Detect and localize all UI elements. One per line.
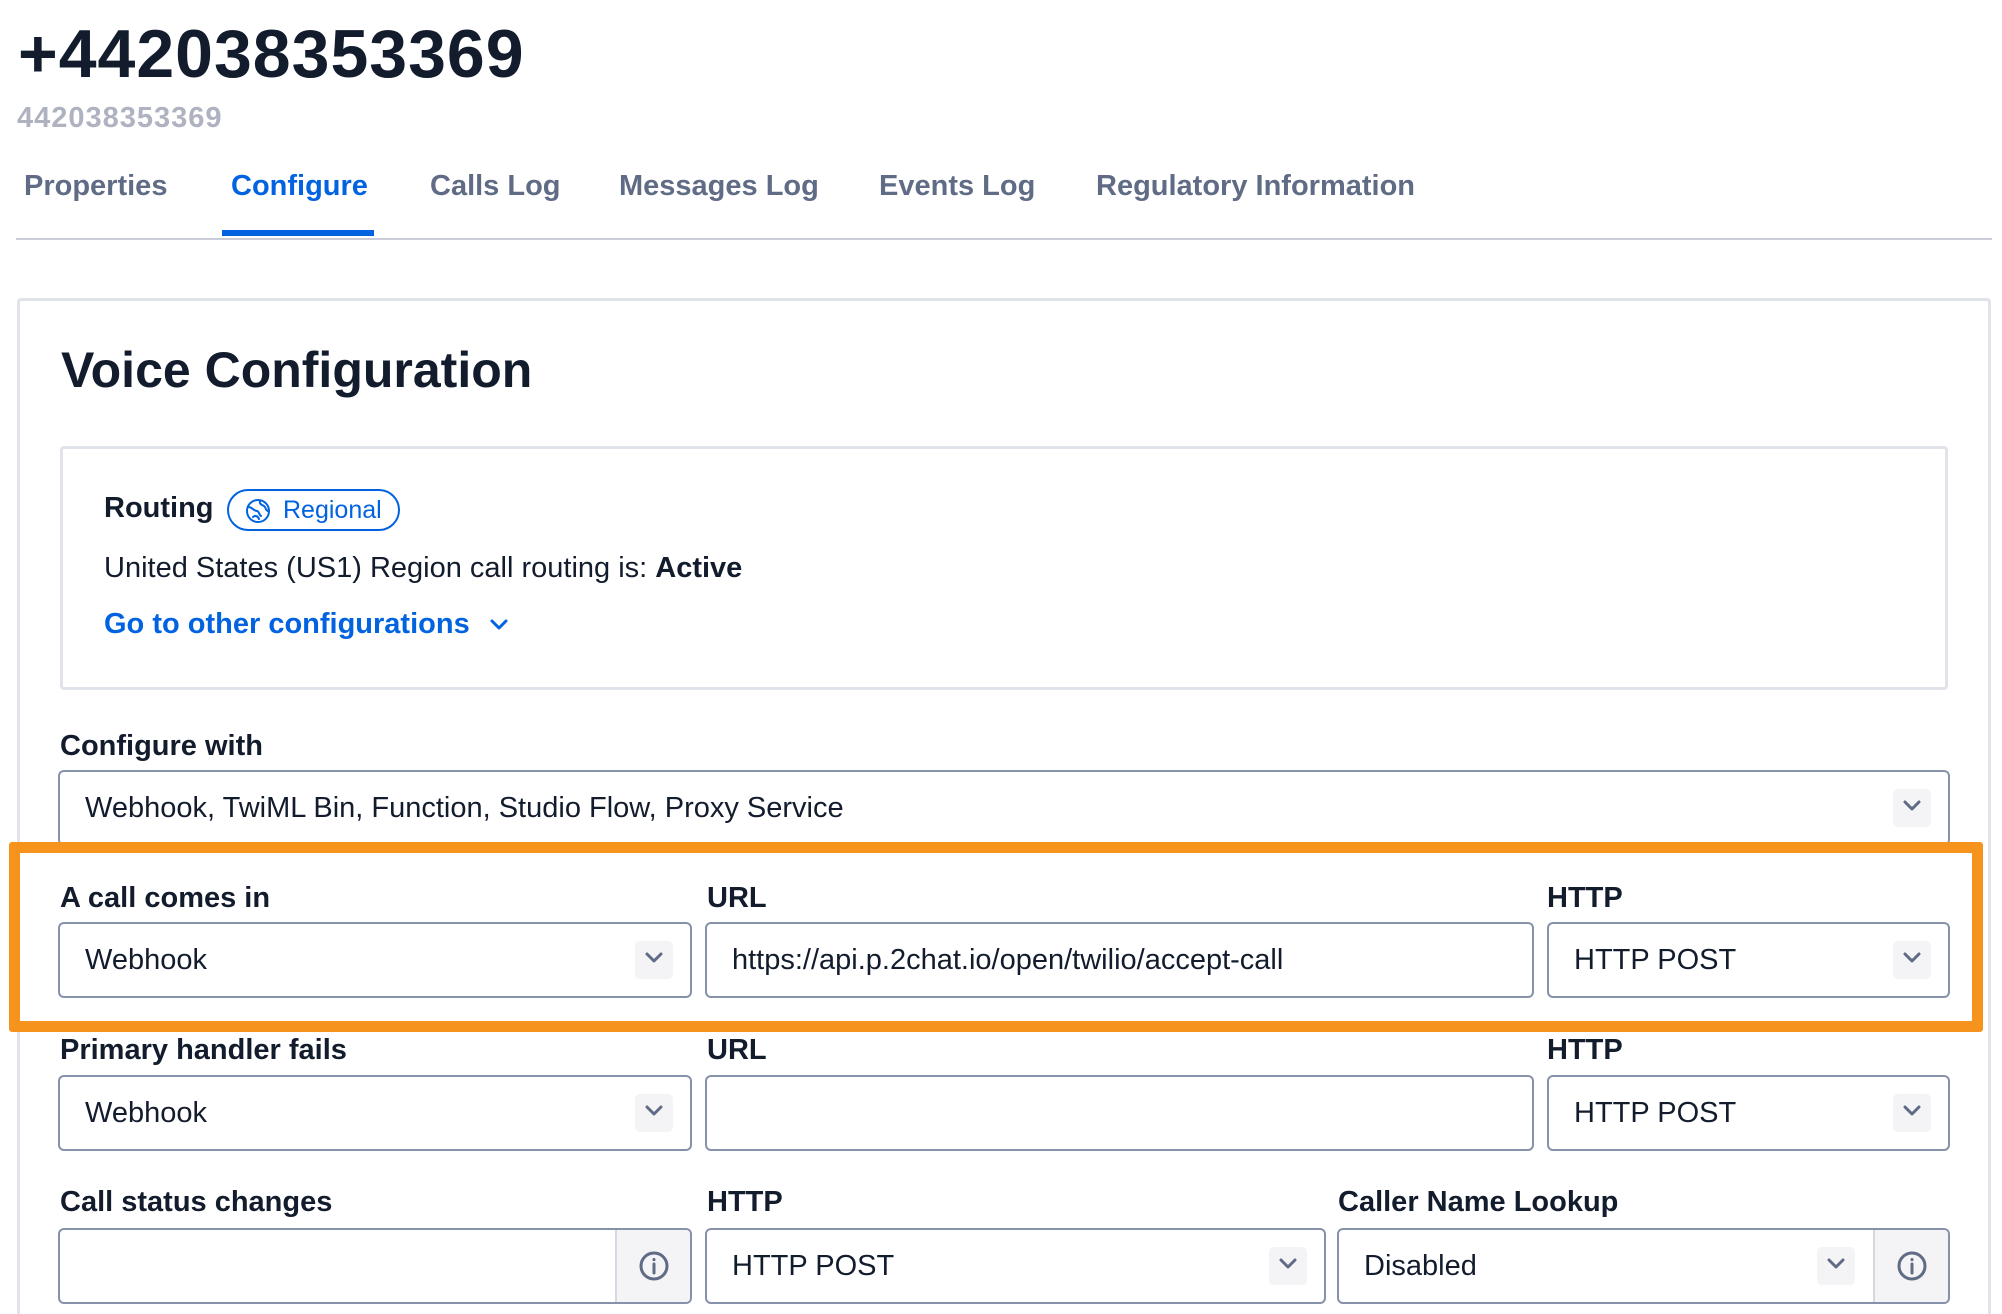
chevron-down-icon xyxy=(1827,1258,1845,1269)
call-comes-in-type-select[interactable]: Webhook xyxy=(58,922,692,998)
call-comes-in-url-label: URL xyxy=(707,882,767,914)
routing-label: Routing xyxy=(104,492,214,524)
chevron-down-icon xyxy=(490,619,508,630)
configure-with-select[interactable]: Webhook, TwiML Bin, Function, Studio Flo… xyxy=(58,770,1950,846)
tab-properties[interactable]: Properties xyxy=(24,170,167,203)
info-icon xyxy=(1897,1251,1927,1281)
regional-badge-label: Regional xyxy=(283,496,382,524)
call-comes-in-http-label: HTTP xyxy=(1547,882,1623,914)
primary-handler-http-label: HTTP xyxy=(1547,1034,1623,1066)
primary-handler-type-dropdown[interactable] xyxy=(635,1094,673,1132)
info-icon xyxy=(639,1251,669,1281)
phone-number-tabs: Properties Configure Calls Log Messages … xyxy=(16,158,1992,240)
tab-calls-log[interactable]: Calls Log xyxy=(430,170,561,203)
active-tab-indicator xyxy=(222,230,374,236)
primary-handler-type-select[interactable]: Webhook xyxy=(58,1075,692,1151)
tab-configure[interactable]: Configure xyxy=(231,170,368,203)
call-status-http-value: HTTP POST xyxy=(732,1250,895,1282)
caller-name-lookup-info-button[interactable] xyxy=(1873,1230,1948,1302)
primary-handler-type-value: Webhook xyxy=(85,1097,207,1129)
call-comes-in-http-value: HTTP POST xyxy=(1574,944,1737,976)
chevron-down-icon xyxy=(1903,800,1921,811)
phone-number-title: +442038353369 xyxy=(18,16,525,92)
configure-with-value: Webhook, TwiML Bin, Function, Studio Flo… xyxy=(85,792,844,824)
caller-name-lookup-label: Caller Name Lookup xyxy=(1338,1186,1619,1218)
voice-configuration-title: Voice Configuration xyxy=(61,342,533,398)
chevron-down-icon xyxy=(645,1105,663,1116)
call-comes-in-http-dropdown[interactable] xyxy=(1893,941,1931,979)
phone-number-configuration-page: +442038353369 442038353369 Properties Co… xyxy=(0,0,2002,1314)
call-comes-in-type-dropdown[interactable] xyxy=(635,941,673,979)
routing-status-value: Active xyxy=(655,552,743,584)
call-status-info-button[interactable] xyxy=(615,1230,690,1302)
chevron-down-icon xyxy=(1903,952,1921,963)
phone-number-subtitle: 442038353369 xyxy=(17,102,223,134)
call-status-http-label: HTTP xyxy=(707,1186,783,1218)
caller-name-lookup-select[interactable]: Disabled xyxy=(1337,1228,1950,1304)
tab-messages-log[interactable]: Messages Log xyxy=(619,170,819,203)
regional-badge: Regional xyxy=(227,489,400,531)
chevron-down-icon xyxy=(1903,1105,1921,1116)
primary-handler-http-value: HTTP POST xyxy=(1574,1097,1737,1129)
configure-with-dropdown[interactable] xyxy=(1893,789,1931,827)
other-configurations-label: Go to other configurations xyxy=(104,608,470,640)
routing-status-text: United States (US1) Region call routing … xyxy=(104,552,656,584)
call-status-http-select[interactable]: HTTP POST xyxy=(705,1228,1326,1304)
call-status-http-dropdown[interactable] xyxy=(1269,1247,1307,1285)
call-status-url-field[interactable] xyxy=(58,1228,692,1304)
call-status-changes-label: Call status changes xyxy=(60,1186,333,1218)
call-comes-in-label: A call comes in xyxy=(60,882,271,914)
call-comes-in-type-value: Webhook xyxy=(85,944,207,976)
tab-regulatory-information[interactable]: Regulatory Information xyxy=(1096,170,1415,203)
primary-handler-url-field[interactable] xyxy=(705,1075,1534,1151)
routing-status: United States (US1) Region call routing … xyxy=(104,552,742,585)
primary-handler-fails-label: Primary handler fails xyxy=(60,1034,347,1066)
primary-handler-url-label: URL xyxy=(707,1034,767,1066)
chevron-down-icon xyxy=(645,952,663,963)
call-comes-in-url-field[interactable]: https://api.p.2chat.io/open/twilio/accep… xyxy=(705,922,1534,998)
call-comes-in-http-select[interactable]: HTTP POST xyxy=(1547,922,1950,998)
primary-handler-http-select[interactable]: HTTP POST xyxy=(1547,1075,1950,1151)
chevron-down-icon xyxy=(1279,1258,1297,1269)
primary-handler-http-dropdown[interactable] xyxy=(1893,1094,1931,1132)
configure-with-label: Configure with xyxy=(60,730,263,762)
caller-name-lookup-dropdown[interactable] xyxy=(1817,1247,1855,1285)
tab-events-log[interactable]: Events Log xyxy=(879,170,1035,203)
call-comes-in-url-value: https://api.p.2chat.io/open/twilio/accep… xyxy=(732,944,1284,976)
globe-icon xyxy=(246,499,270,523)
caller-name-lookup-value: Disabled xyxy=(1364,1250,1477,1282)
other-configurations-link[interactable]: Go to other configurations xyxy=(104,608,508,641)
